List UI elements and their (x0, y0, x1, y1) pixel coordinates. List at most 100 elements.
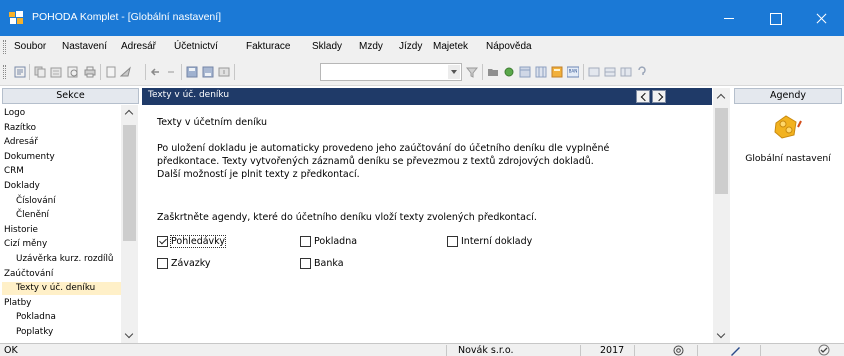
sort-icon[interactable] (218, 66, 230, 78)
sidebar-item[interactable]: Pokladna (2, 311, 121, 324)
toolbar-separator (234, 64, 235, 80)
preview-icon[interactable] (67, 66, 79, 78)
sidebar-item[interactable]: Členění (2, 209, 121, 222)
chevron-down-icon[interactable] (716, 329, 726, 339)
sidebar-item[interactable]: Adresář (2, 136, 121, 149)
status-separator (580, 345, 581, 356)
sidebar-item[interactable]: Poplatky (2, 326, 121, 339)
menubar-grip[interactable] (3, 40, 6, 54)
section-heading: Texty v účetním deníku (157, 117, 268, 128)
status-bar: OK Novák s.r.o. 2017 (0, 343, 844, 356)
print-icon[interactable] (84, 66, 96, 78)
list-icon[interactable] (588, 66, 600, 78)
brush-icon[interactable] (503, 66, 515, 78)
instruction-text: Zaškrtněte agendy, které do účetního den… (157, 212, 537, 223)
checkbox-box[interactable] (157, 236, 168, 247)
menu-jizdy[interactable]: Jízdy (399, 41, 422, 52)
toolbar-separator (29, 64, 30, 80)
menu-sklady[interactable]: Sklady (312, 41, 342, 52)
pen-icon[interactable] (730, 345, 741, 356)
global-settings-icon[interactable] (772, 113, 802, 143)
table-icon[interactable] (535, 66, 547, 78)
agenda-icon[interactable] (14, 66, 26, 78)
menu-mzdy[interactable]: Mzdy (359, 41, 383, 52)
checkbox-box[interactable] (447, 236, 458, 247)
menu-adresar[interactable]: Adresář (121, 41, 156, 52)
folder-icon[interactable] (487, 66, 499, 78)
filter-icon[interactable] (466, 66, 478, 78)
menu-nastaveni[interactable]: Nastavení (62, 41, 107, 52)
status-separator (634, 345, 635, 356)
pohoda-app-icon (9, 11, 23, 24)
form-icon[interactable] (620, 66, 632, 78)
calendar-icon[interactable] (519, 66, 531, 78)
sidebar-item[interactable]: Doklady (2, 180, 121, 193)
close-icon[interactable] (798, 0, 844, 36)
status-text: OK (4, 345, 18, 356)
checkbox-label[interactable]: Banka (314, 258, 344, 269)
chevron-left-icon (640, 92, 650, 102)
content-scrollbar[interactable] (713, 88, 730, 343)
window-title: POHODA Komplet - [Globální nastavení] (32, 11, 222, 23)
checkbox-box[interactable] (300, 236, 311, 247)
content-scroll-thumb[interactable] (715, 108, 728, 194)
save-all-icon[interactable] (202, 66, 214, 78)
checkbox-label[interactable]: Pohledávky (170, 235, 226, 248)
save-icon[interactable] (186, 66, 198, 78)
sidebar-scrollbar[interactable] (121, 105, 138, 343)
checkbox-label[interactable]: Interní doklady (461, 236, 532, 247)
checkbox-box[interactable] (157, 258, 168, 269)
next-section-button[interactable] (652, 90, 666, 103)
checkbox-label[interactable]: Závazky (171, 258, 211, 269)
sidebar-item[interactable]: Razítko (2, 122, 121, 135)
minimize-icon[interactable] (706, 0, 752, 36)
sidebar-item[interactable]: Dokumenty (2, 151, 121, 164)
page-icon[interactable] (105, 66, 117, 78)
calculator-icon[interactable] (551, 66, 563, 78)
chevron-down-icon[interactable] (448, 65, 460, 79)
menu-ucetnictvi[interactable]: Účetnictví (174, 41, 218, 52)
chevron-down-icon[interactable] (124, 329, 134, 339)
sidebar-item[interactable]: Zaúčtování (2, 268, 121, 281)
sidebar-item[interactable]: Logo (2, 107, 121, 120)
menu-majetek[interactable]: Majetek (433, 41, 468, 52)
menu-fakturace[interactable]: Fakturace (246, 41, 290, 52)
sidebar-item[interactable]: Texty v úč. deníku (2, 282, 121, 296)
copy-icon[interactable] (34, 66, 46, 78)
status-separator (697, 345, 698, 356)
maximize-icon[interactable] (752, 0, 798, 36)
toolbar-combo[interactable] (320, 63, 462, 81)
check-circle-icon[interactable] (818, 344, 830, 356)
sidebar-item[interactable]: Cizí měny (2, 238, 121, 251)
menu-soubor[interactable]: Soubor (14, 41, 46, 52)
sidebar-item[interactable]: Uzávěrka kurz. rozdílů (2, 253, 121, 266)
chevron-up-icon[interactable] (716, 93, 726, 103)
agendas-panel: Globální nastavení (734, 105, 842, 343)
grid-icon[interactable] (604, 66, 616, 78)
previous-section-button[interactable] (636, 90, 650, 103)
menu-bar: Soubor Nastavení Adresář Účetnictví Fakt… (0, 36, 844, 58)
agenda-item-globalni-nastaveni[interactable]: Globální nastavení (734, 153, 842, 164)
tab-texty-v-uc-deniku[interactable]: Texty v úč. deníku (148, 90, 229, 100)
forward-icon[interactable] (165, 66, 177, 78)
help-icon[interactable] (636, 66, 648, 78)
status-separator (760, 345, 761, 356)
sidebar-scroll-thumb[interactable] (123, 125, 136, 241)
new-record-icon[interactable] (50, 66, 62, 78)
content-panel: Texty v účetním deníku Po uložení doklad… (142, 105, 712, 343)
at-icon[interactable] (673, 345, 684, 356)
send-icon[interactable] (120, 66, 132, 78)
back-icon[interactable] (150, 66, 162, 78)
sidebar-item[interactable]: Platby (2, 297, 121, 310)
ban-icon[interactable]: BAN (567, 66, 579, 78)
content-header: Texty v úč. deníku (142, 88, 712, 105)
checkbox-box[interactable] (300, 258, 311, 269)
toolbar-grip[interactable] (3, 65, 6, 79)
chevron-up-icon[interactable] (124, 109, 134, 119)
menu-napoveda[interactable]: Nápověda (486, 41, 532, 52)
toolbar-separator (583, 64, 584, 80)
sidebar-item[interactable]: Číslování (2, 195, 121, 208)
sidebar-item[interactable]: Historie (2, 224, 121, 237)
sidebar-item[interactable]: CRM (2, 165, 121, 178)
checkbox-label[interactable]: Pokladna (314, 236, 357, 247)
